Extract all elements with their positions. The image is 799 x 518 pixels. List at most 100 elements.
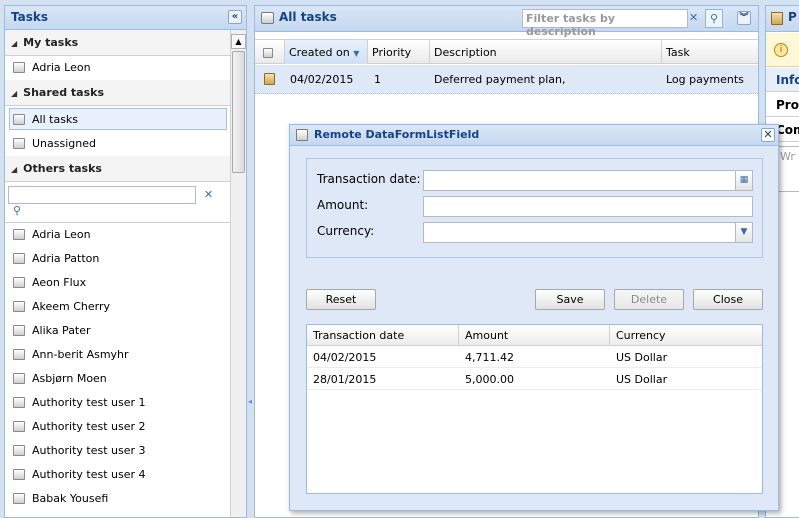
info-icon: i xyxy=(774,43,788,57)
others-task-item[interactable]: Authority test user 2 xyxy=(5,415,231,439)
remote-dataformlistfield-dialog: Remote DataFormListField ✕ Transaction d… xyxy=(289,124,779,511)
inbox-icon xyxy=(13,277,25,288)
my-task-item[interactable]: Adria Leon xyxy=(5,56,231,80)
others-task-item[interactable]: Akeem Cherry xyxy=(5,295,231,319)
shared-item-unassigned[interactable]: Unassigned xyxy=(5,132,231,156)
scroll-thumb[interactable] xyxy=(232,51,245,173)
search-icon[interactable]: ⚲ xyxy=(705,9,723,28)
tasks-grid-header: Created on ▼ Priority Description Task xyxy=(255,39,758,64)
inbox-icon xyxy=(13,229,25,240)
currency-select[interactable]: ▼ xyxy=(423,222,753,243)
section-shared-tasks[interactable]: ◢ Shared tasks xyxy=(5,80,231,106)
others-task-item[interactable]: Benedict Fischer xyxy=(5,511,231,517)
transactions-grid: Transaction date Amount Currency 04/02/2… xyxy=(306,324,763,494)
cell-amount: 5,000.00 xyxy=(465,373,514,386)
task-filter-input[interactable]: Filter tasks by description xyxy=(522,9,688,38)
column-created-on[interactable]: Created on ▼ xyxy=(285,40,368,64)
comment-field[interactable]: Wr xyxy=(776,146,799,192)
others-filter-input[interactable] xyxy=(8,186,196,204)
inbox-icon xyxy=(13,62,25,73)
amount-label: Amount: xyxy=(317,198,369,212)
expand-icon[interactable]: ︾ xyxy=(737,11,751,25)
others-task-item[interactable]: Authority test user 4 xyxy=(5,463,231,487)
task-icon xyxy=(264,73,275,85)
others-task-item[interactable]: Alika Pater xyxy=(5,319,231,343)
tasks-scrollbar[interactable]: ▲ xyxy=(230,30,246,517)
others-task-item[interactable]: Authority test user 3 xyxy=(5,439,231,463)
inbox-icon xyxy=(13,469,25,480)
inbox-icon xyxy=(13,349,25,360)
others-filter-row: ✕ ⚲ xyxy=(5,182,231,223)
cell-created-on: 04/02/2015 xyxy=(290,73,354,86)
sort-desc-icon: ▼ xyxy=(353,49,360,58)
reset-button[interactable]: Reset xyxy=(306,289,376,310)
cell-date: 04/02/2015 xyxy=(313,351,377,364)
others-task-item[interactable]: Ann-berit Asmyhr xyxy=(5,343,231,367)
column-icon-header[interactable] xyxy=(255,40,285,64)
column-transaction-date[interactable]: Transaction date xyxy=(307,325,459,346)
task-detail-title: P xyxy=(788,10,797,24)
all-tasks-header: All tasks Filter tasks by description ✕ … xyxy=(255,6,758,38)
cell-priority: 1 xyxy=(374,73,381,86)
calendar-icon[interactable]: ▦ xyxy=(735,171,752,190)
column-priority[interactable]: Priority xyxy=(368,40,430,64)
others-task-item[interactable]: Adria Leon xyxy=(5,223,231,247)
dialog-form: Transaction date: ▦ Amount: Currency: ▼ xyxy=(306,158,763,258)
column-currency[interactable]: Currency xyxy=(610,325,762,346)
section-expanded-icon: ◢ xyxy=(11,89,18,98)
clear-search-icon[interactable]: ✕ xyxy=(689,11,698,24)
close-button[interactable]: Close xyxy=(693,289,763,310)
save-button[interactable]: Save xyxy=(535,289,605,310)
inbox-icon xyxy=(13,397,25,408)
others-list: Adria Leon Adria Patton Aeon Flux Akeem Che… xyxy=(5,223,231,517)
section-others-tasks[interactable]: ◢ Others tasks xyxy=(5,156,231,182)
cell-currency: US Dollar xyxy=(616,351,668,364)
transaction-date-field[interactable]: ▦ xyxy=(423,170,753,191)
clear-filter-icon[interactable]: ✕ xyxy=(202,188,216,202)
inbox-icon xyxy=(13,445,25,456)
cell-amount: 4,711.42 xyxy=(465,351,514,364)
table-row[interactable]: 28/01/2015 5,000.00 US Dollar xyxy=(307,368,762,390)
tab-properties[interactable]: Prop xyxy=(766,93,799,117)
others-task-item[interactable]: Babak Yousefi xyxy=(5,487,231,511)
tasks-tree: ◢ My tasks Adria Leon ◢ Shared tasks All t… xyxy=(5,30,231,517)
column-description[interactable]: Description xyxy=(430,40,662,64)
others-task-item[interactable]: Authority test user 1 xyxy=(5,391,231,415)
scroll-up-icon[interactable]: ▲ xyxy=(231,34,246,49)
table-row[interactable]: 04/02/2015 4,711.42 US Dollar xyxy=(307,346,762,368)
task-detail-header: P xyxy=(766,6,799,32)
tab-info[interactable]: Info xyxy=(766,68,799,92)
close-icon[interactable]: ✕ xyxy=(761,128,775,142)
column-amount[interactable]: Amount xyxy=(459,325,610,346)
collapse-left-icon[interactable]: « xyxy=(228,10,242,24)
tasks-panel: Tasks « ◢ My tasks Adria Leon ◢ Shared tas… xyxy=(4,5,247,518)
amount-field[interactable] xyxy=(423,196,753,217)
others-task-item[interactable]: Aeon Flux xyxy=(5,271,231,295)
inbox-icon xyxy=(13,114,25,125)
inbox-icon xyxy=(13,138,25,149)
others-task-item[interactable]: Adria Patton xyxy=(5,247,231,271)
currency-label: Currency: xyxy=(317,224,375,238)
splitter-arrow-icon[interactable]: ◂ xyxy=(248,397,252,406)
delete-button[interactable]: Delete xyxy=(614,289,684,310)
section-expanded-icon: ◢ xyxy=(11,39,18,48)
dialog-title: Remote DataFormListField xyxy=(314,128,480,141)
cell-description: Deferred payment plan, xyxy=(434,73,566,86)
shared-item-all-tasks[interactable]: All tasks xyxy=(9,108,227,130)
inbox-icon xyxy=(13,373,25,384)
cell-date: 28/01/2015 xyxy=(313,373,377,386)
panel-splitter[interactable]: ◂ xyxy=(248,5,253,518)
search-icon[interactable]: ⚲ xyxy=(10,204,24,218)
inbox-icon xyxy=(13,325,25,336)
chevron-down-icon[interactable]: ▼ xyxy=(735,223,752,242)
table-row[interactable]: 04/02/2015 1 Deferred payment plan, Log … xyxy=(255,65,758,94)
inbox-icon xyxy=(263,48,273,58)
inbox-icon xyxy=(13,421,25,432)
all-tasks-title: All tasks xyxy=(279,10,337,24)
column-task[interactable]: Task xyxy=(662,40,758,64)
inbox-icon xyxy=(261,12,274,24)
task-icon xyxy=(771,12,783,25)
tasks-panel-header: Tasks « xyxy=(5,6,246,30)
section-my-tasks[interactable]: ◢ My tasks xyxy=(5,30,231,56)
others-task-item[interactable]: Asbjørn Moen xyxy=(5,367,231,391)
